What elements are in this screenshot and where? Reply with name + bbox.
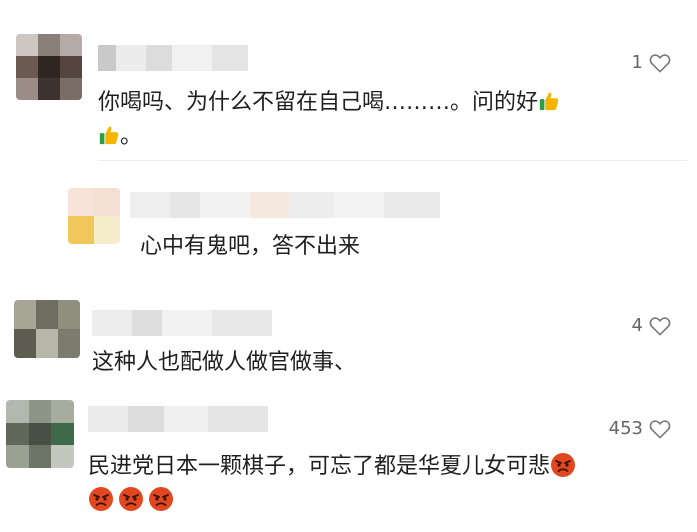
- heart-outline-icon: [649, 53, 671, 73]
- thumbs-up-icon: [99, 126, 119, 145]
- comment-text: 民进党日本一颗棋子，可忘了都是华夏儿女可悲: [88, 450, 678, 518]
- angry-face-icon: [89, 487, 113, 511]
- username-blurred[interactable]: [130, 192, 440, 218]
- username-blurred[interactable]: [88, 406, 268, 432]
- angry-face-icon: [149, 487, 173, 511]
- username-blurred[interactable]: [98, 45, 248, 71]
- avatar[interactable]: [68, 188, 120, 244]
- avatar[interactable]: [16, 34, 82, 100]
- avatar[interactable]: [14, 300, 80, 358]
- angry-face-icon: [551, 453, 576, 477]
- divider: [98, 160, 687, 161]
- heart-outline-icon: [649, 316, 671, 336]
- like-button[interactable]: 4: [632, 315, 671, 336]
- comment-text: 你喝吗、为什么不留在自己喝………。问的好 。: [98, 86, 658, 154]
- thumbs-up-icon: [539, 92, 559, 111]
- like-button[interactable]: 1: [632, 52, 671, 73]
- like-count: 1: [631, 52, 643, 73]
- comment-text: 心中有鬼吧，答不出来: [140, 234, 361, 259]
- like-count: 453: [608, 418, 643, 439]
- like-count: 4: [631, 315, 643, 336]
- heart-outline-icon: [649, 419, 671, 439]
- like-button[interactable]: 453: [609, 418, 671, 439]
- angry-face-icon: [119, 487, 143, 511]
- username-blurred[interactable]: [92, 310, 272, 336]
- avatar[interactable]: [6, 400, 74, 468]
- comment-text: 这种人也配做人做官做事、: [92, 350, 357, 375]
